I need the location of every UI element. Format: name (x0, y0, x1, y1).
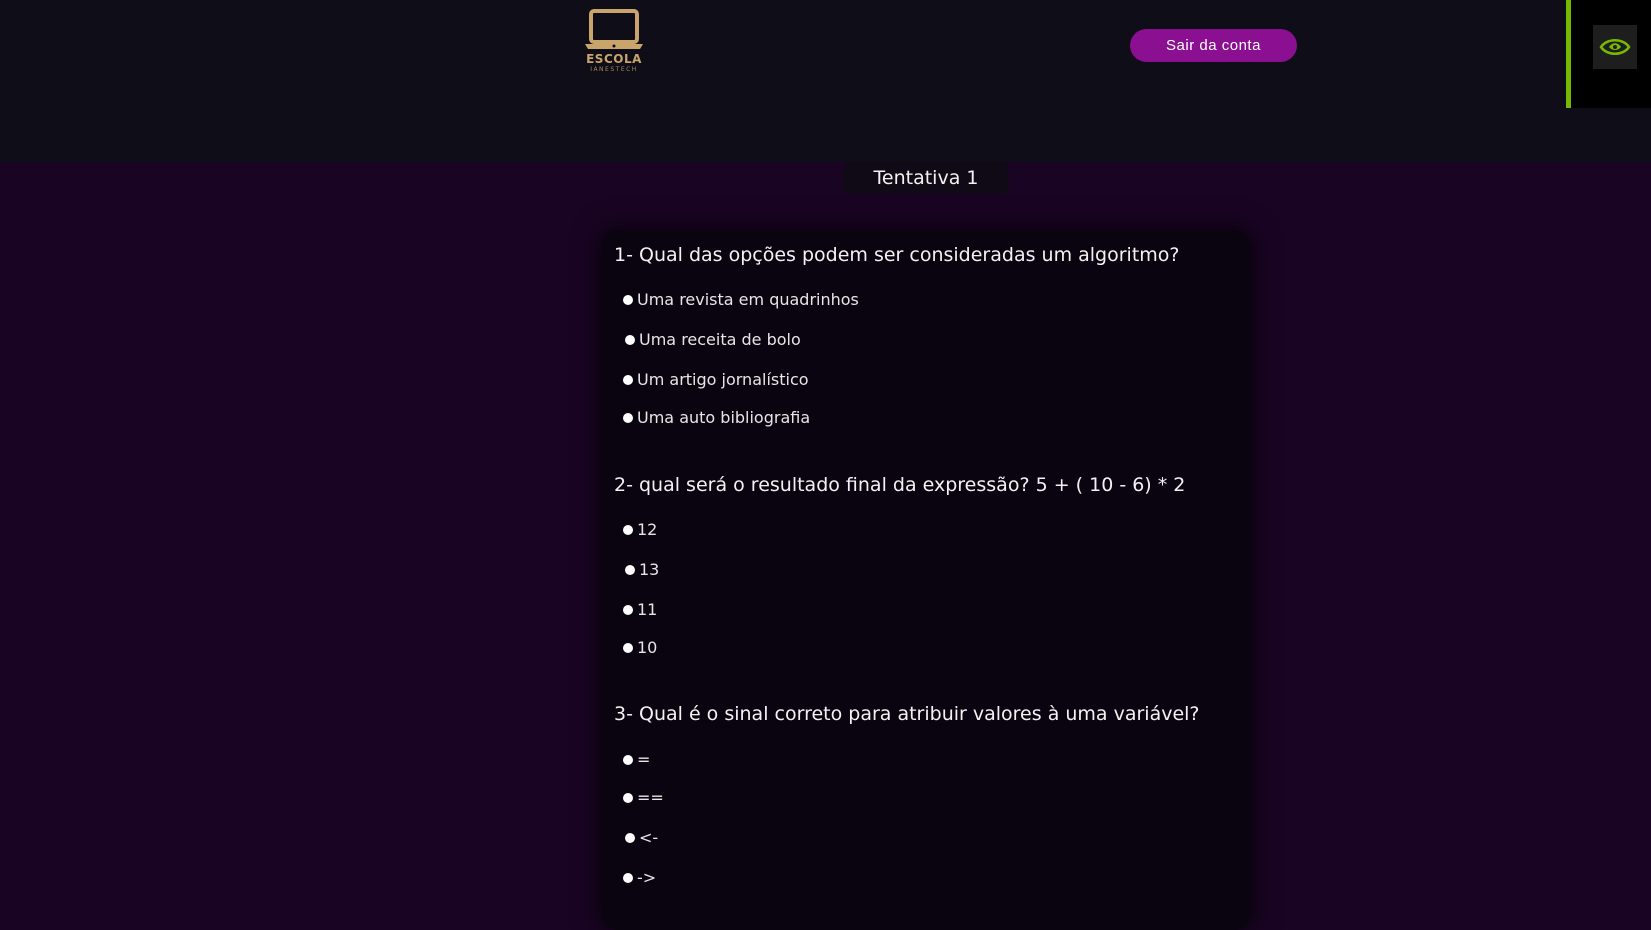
attempt-label: Tentativa 1 (843, 162, 1009, 194)
radio-button[interactable] (623, 524, 633, 535)
logo-subtitle: IANESTECH (590, 66, 638, 73)
nvidia-eye-icon[interactable] (1593, 25, 1637, 69)
radio-button[interactable] (623, 604, 633, 615)
school-logo[interactable]: ESCOLA IANESTECH (583, 8, 645, 88)
radio-button[interactable] (623, 872, 633, 883)
laptop-icon (585, 9, 643, 49)
option-label: Uma receita de bolo (639, 330, 801, 349)
radio-button[interactable] (625, 334, 635, 345)
extension-panel (1566, 0, 1651, 108)
option-label: Uma auto bibliografia (637, 408, 811, 427)
q2-option-2[interactable]: 13 (625, 560, 659, 579)
q3-option-4[interactable]: -> (623, 868, 656, 887)
radio-button[interactable] (623, 374, 633, 385)
option-label: Uma revista em quadrinhos (637, 290, 859, 309)
option-label: 12 (637, 520, 658, 539)
q1-option-3[interactable]: Um artigo jornalístico (623, 370, 809, 389)
question-1-text: 1- Qual das opções podem ser considerada… (614, 244, 1180, 266)
option-label: 10 (637, 638, 658, 657)
option-label: Um artigo jornalístico (637, 370, 809, 389)
option-label: == (637, 788, 664, 807)
option-label: 11 (637, 600, 658, 619)
option-label: 13 (639, 560, 660, 579)
q3-option-3[interactable]: <- (625, 828, 658, 847)
radio-button[interactable] (623, 412, 633, 423)
q2-option-4[interactable]: 10 (623, 638, 657, 657)
logout-button[interactable]: Sair da conta (1130, 29, 1297, 62)
radio-button[interactable] (623, 294, 633, 305)
option-label: <- (639, 828, 659, 847)
top-header: ESCOLA IANESTECH Sair da conta (0, 0, 1651, 162)
q2-option-3[interactable]: 11 (623, 600, 657, 619)
extension-accent-bar (1566, 0, 1571, 108)
q1-option-4[interactable]: Uma auto bibliografia (623, 408, 810, 427)
q1-option-1[interactable]: Uma revista em quadrinhos (623, 290, 859, 309)
q2-option-1[interactable]: 12 (623, 520, 657, 539)
radio-button[interactable] (625, 832, 635, 843)
question-3-text: 3- Qual é o sinal correto para atribuir … (614, 703, 1200, 725)
radio-button[interactable] (625, 564, 635, 575)
option-label: = (637, 750, 651, 769)
question-2-text: 2- qual será o resultado final da expres… (614, 474, 1186, 496)
q3-option-1[interactable]: = (623, 750, 650, 769)
q1-option-2[interactable]: Uma receita de bolo (625, 330, 801, 349)
radio-button[interactable] (623, 754, 633, 765)
radio-button[interactable] (623, 642, 633, 653)
logo-title: ESCOLA (586, 52, 642, 66)
option-label: -> (637, 868, 657, 887)
q3-option-2[interactable]: == (623, 788, 664, 807)
radio-button[interactable] (623, 792, 633, 803)
